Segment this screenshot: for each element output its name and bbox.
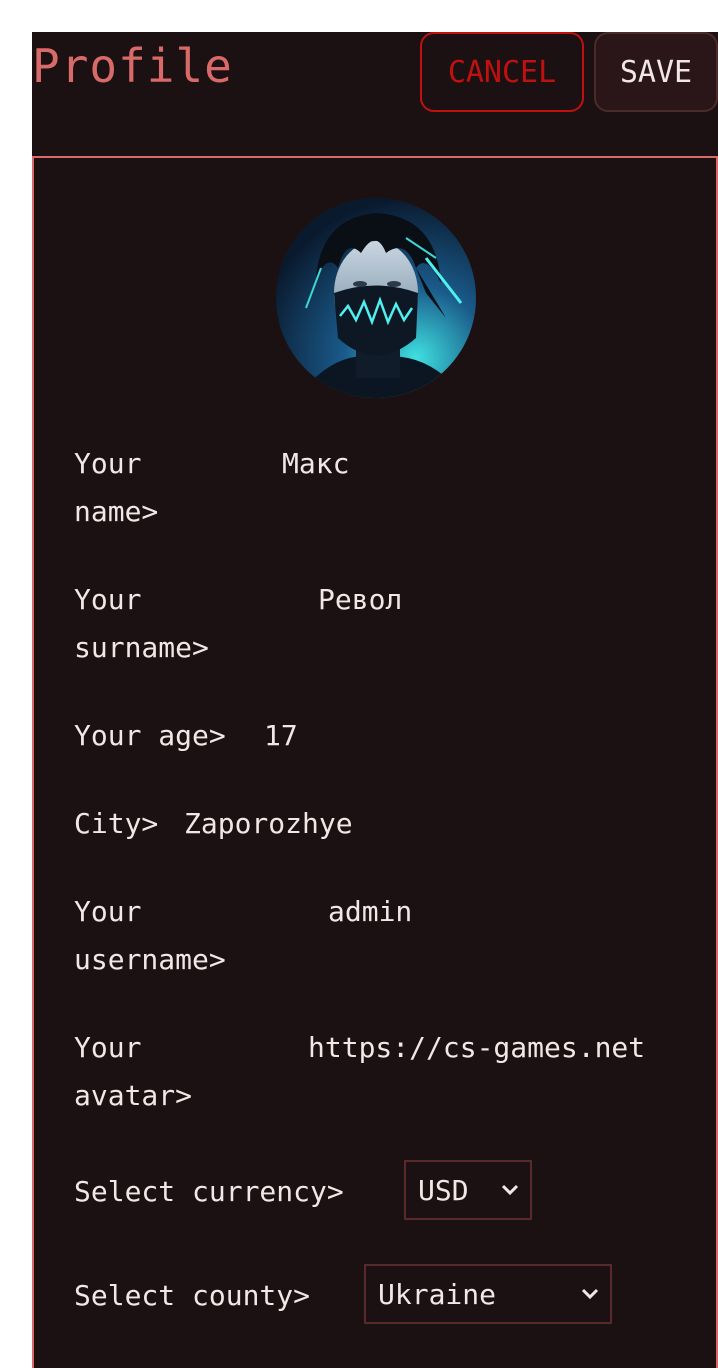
name-label-line1: Your — [74, 447, 142, 480]
cancel-button[interactable]: CANCEL — [420, 32, 584, 112]
avatar-label-line1: Your — [74, 1031, 142, 1064]
avatar-label-line2: avatar> — [74, 1079, 193, 1112]
currency-select[interactable]: USD — [404, 1160, 532, 1220]
surname-field[interactable]: Револ — [318, 576, 678, 624]
currency-selected-value: USD — [418, 1173, 469, 1207]
city-label: City> — [74, 807, 159, 840]
username-label-line1: Your — [74, 895, 142, 928]
username-label-line2: username> — [74, 943, 226, 976]
age-label: Your age> — [74, 719, 226, 752]
country-select[interactable]: Ukraine — [364, 1264, 612, 1324]
avatar-url-field[interactable]: https://cs-games.net — [308, 1024, 676, 1072]
profile-app: Profile CANCEL SAVE Your name> Макс Your… — [32, 32, 718, 1368]
country-label: Select county> — [74, 1279, 311, 1312]
surname-label-line1: Your — [74, 583, 142, 616]
avatar-image — [276, 198, 476, 398]
profile-card: Your name> Макс Your surname> Револ Your… — [32, 156, 718, 1368]
header: Profile CANCEL SAVE — [32, 32, 718, 156]
page-title: Profile — [32, 39, 233, 93]
currency-label: Select currency> — [74, 1175, 344, 1208]
avatar — [276, 198, 476, 398]
name-field[interactable]: Макс — [282, 440, 682, 488]
chevron-down-icon — [581, 1288, 599, 1300]
username-field[interactable]: admin — [328, 888, 678, 936]
surname-label-line2: surname> — [74, 631, 209, 664]
country-selected-value: Ukraine — [378, 1277, 497, 1311]
save-button[interactable]: SAVE — [594, 32, 718, 112]
age-field[interactable]: 17 — [264, 712, 464, 760]
name-label-line2: name> — [74, 495, 159, 528]
chevron-down-icon — [501, 1184, 519, 1196]
city-field[interactable]: Zaporozhye — [184, 800, 604, 848]
